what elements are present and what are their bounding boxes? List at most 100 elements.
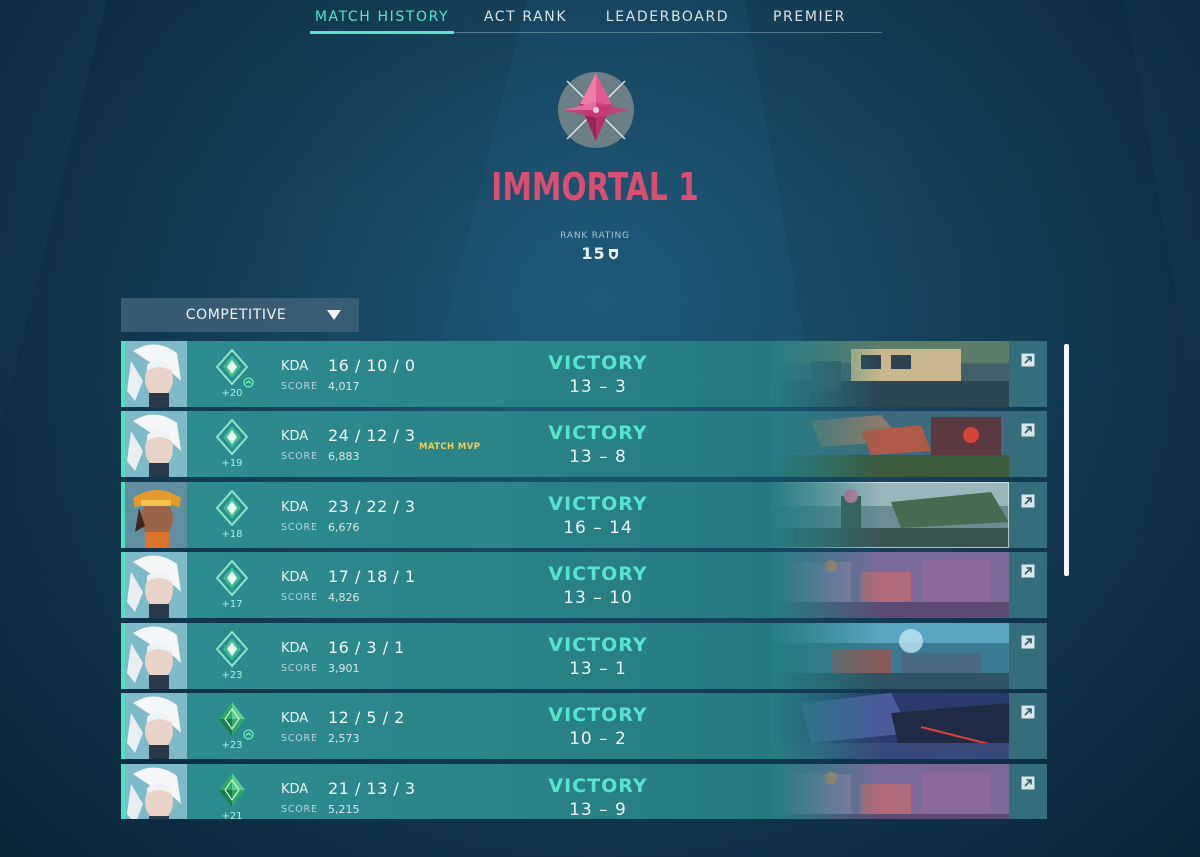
round-score: 10 – 2 (569, 729, 627, 749)
map-thumbnail (771, 764, 1009, 819)
match-row[interactable]: +21 KDA 21 / 13 / 3 SCORE 5,215 VICTORY … (121, 764, 1047, 819)
round-score: 16 – 14 (563, 518, 633, 538)
score-value: 4,826 (328, 591, 360, 604)
immortal-rank-icon (555, 69, 637, 151)
score-label: SCORE (281, 804, 318, 815)
match-mvp-badge: MATCH MVP (419, 442, 481, 452)
score-value: 6,883 (328, 450, 360, 463)
kda-value: 24 / 12 / 3 (328, 426, 416, 445)
kda-value: 16 / 3 / 1 (328, 638, 405, 657)
external-link-icon (1021, 564, 1035, 578)
open-match-details-button[interactable] (1009, 411, 1047, 477)
rr-change: +19 (221, 458, 243, 469)
match-row[interactable]: +17 KDA 17 / 18 / 1 SCORE 4,826 VICTORY … (121, 552, 1047, 618)
round-score: 13 – 1 (569, 659, 627, 679)
rr-change: +23 (221, 740, 243, 751)
score-value: 2,573 (328, 732, 360, 745)
rank-rating-number: 15 (581, 244, 606, 263)
open-match-details-button[interactable] (1009, 623, 1047, 689)
promotion-icon (243, 729, 254, 740)
match-result: VICTORY (548, 704, 648, 726)
match-list-scrollbar[interactable] (1064, 344, 1069, 576)
kda-label: KDA (281, 641, 309, 656)
round-score: 13 – 9 (569, 800, 627, 819)
ascendant-icon (215, 630, 249, 668)
kda-label: KDA (281, 570, 309, 585)
kda-label: KDA (281, 429, 309, 444)
match-row[interactable]: +20 KDA 16 / 10 / 0 SCORE 4,017 VICTORY … (121, 341, 1047, 407)
rr-change: +18 (221, 529, 243, 540)
rr-change: +20 (221, 388, 243, 399)
score-value: 6,676 (328, 521, 360, 534)
ascendant-icon (215, 418, 249, 456)
open-match-details-button[interactable] (1009, 764, 1047, 819)
top-nav: MATCH HISTORY ACT RANK LEADERBOARD PREMI… (310, 0, 882, 34)
score-value: 3,901 (328, 662, 360, 675)
tab-premier[interactable]: PREMIER (738, 0, 881, 33)
score-label: SCORE (281, 451, 318, 462)
tab-match-history[interactable]: MATCH HISTORY (310, 0, 454, 34)
jett-portrait (125, 341, 187, 407)
match-result: VICTORY (548, 634, 648, 656)
map-thumbnail (771, 623, 1009, 689)
match-result: VICTORY (548, 775, 648, 797)
rr-change: +17 (221, 599, 243, 610)
match-result: VICTORY (548, 422, 648, 444)
external-link-icon (1021, 635, 1035, 649)
open-match-details-button[interactable] (1009, 482, 1047, 548)
jett-portrait (125, 411, 187, 477)
score-label: SCORE (281, 522, 318, 533)
open-match-details-button[interactable] (1009, 552, 1047, 618)
score-label: SCORE (281, 381, 318, 392)
kda-value: 16 / 10 / 0 (328, 356, 416, 375)
round-score: 13 – 3 (569, 377, 627, 397)
kda-value: 17 / 18 / 1 (328, 567, 416, 586)
rank-rating-value: 15 (560, 244, 640, 263)
rr-change: +21 (221, 811, 243, 819)
rr-change: +23 (221, 670, 243, 681)
tab-leaderboard[interactable]: LEADERBOARD (597, 0, 738, 33)
queue-dropdown-label: COMPETITIVE (185, 307, 287, 323)
kda-label: KDA (281, 782, 309, 797)
map-thumbnail (771, 552, 1009, 618)
match-row[interactable]: +18 KDA 23 / 22 / 3 SCORE 6,676 VICTORY … (121, 482, 1047, 548)
match-result: VICTORY (548, 563, 648, 585)
promotion-icon (243, 377, 254, 388)
ascendant-icon (215, 559, 249, 597)
queue-dropdown[interactable]: COMPETITIVE (121, 298, 359, 332)
kda-label: KDA (281, 500, 309, 515)
score-label: SCORE (281, 592, 318, 603)
jett-portrait (125, 693, 187, 759)
open-match-details-button[interactable] (1009, 341, 1047, 407)
match-row[interactable]: +19 KDA 24 / 12 / 3 SCORE 6,883 MATCH MV… (121, 411, 1047, 477)
round-score: 13 – 10 (563, 588, 633, 608)
match-row[interactable]: +23 KDA 16 / 3 / 1 SCORE 3,901 VICTORY 1… (121, 623, 1047, 689)
jett-portrait (125, 552, 187, 618)
chevron-down-icon (327, 310, 341, 320)
external-link-icon (1021, 776, 1035, 790)
kda-label: KDA (281, 359, 309, 374)
open-match-details-button[interactable] (1009, 693, 1047, 759)
score-label: SCORE (281, 733, 318, 744)
diamond-icon (216, 772, 248, 808)
map-thumbnail (771, 341, 1009, 407)
map-thumbnail (771, 411, 1009, 477)
map-thumbnail (771, 693, 1009, 759)
rr-shield-icon (608, 245, 619, 260)
rank-title: IMMORTAL 1 (491, 165, 699, 209)
score-label: SCORE (281, 663, 318, 674)
kda-value: 21 / 13 / 3 (328, 779, 416, 798)
kda-value: 23 / 22 / 3 (328, 497, 416, 516)
raze-portrait (125, 482, 187, 548)
match-history-list: +20 KDA 16 / 10 / 0 SCORE 4,017 VICTORY … (121, 341, 1047, 819)
external-link-icon (1021, 423, 1035, 437)
jett-portrait (125, 623, 187, 689)
jett-portrait (125, 764, 187, 819)
score-value: 4,017 (328, 380, 360, 393)
match-row[interactable]: +23 KDA 12 / 5 / 2 SCORE 2,573 VICTORY 1… (121, 693, 1047, 759)
map-thumbnail (771, 482, 1009, 548)
tab-act-rank[interactable]: ACT RANK (454, 0, 597, 33)
external-link-icon (1021, 494, 1035, 508)
kda-label: KDA (281, 711, 309, 726)
match-result: VICTORY (548, 493, 648, 515)
